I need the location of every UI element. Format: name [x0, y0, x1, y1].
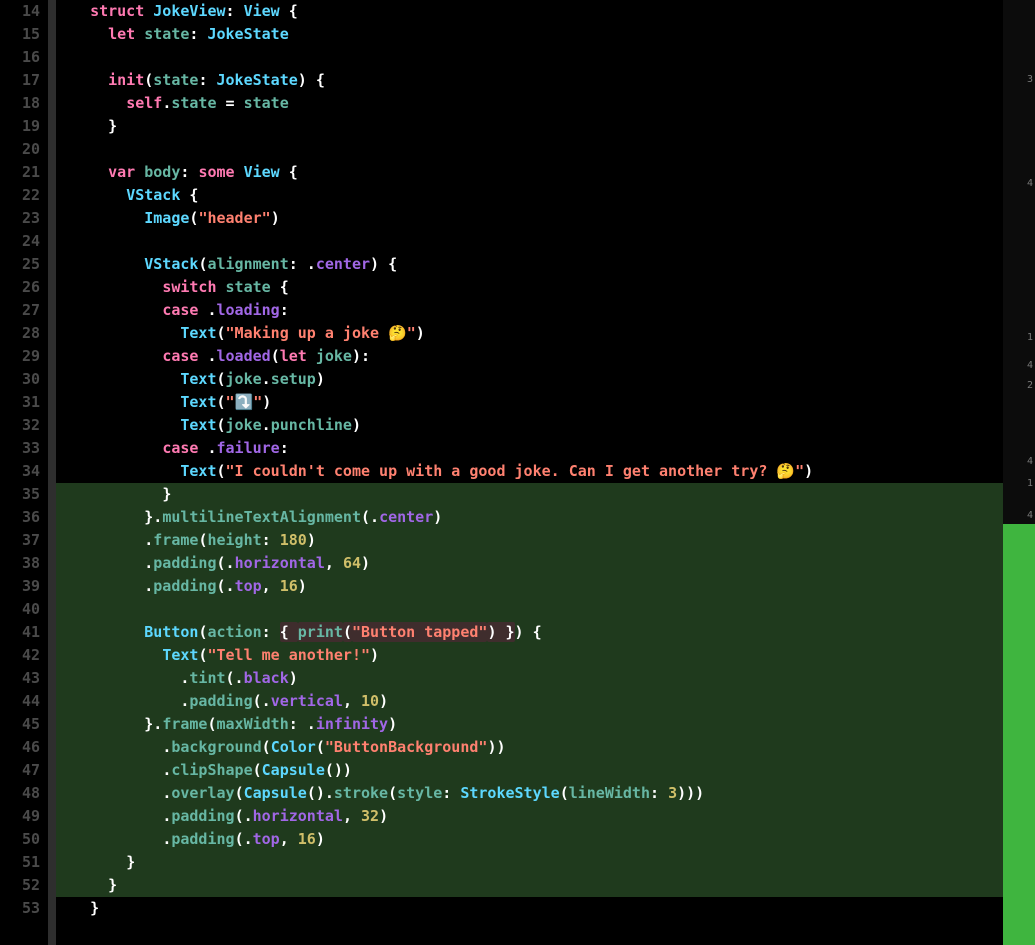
code-line[interactable]: .clipShape(Capsule()) [56, 759, 1035, 782]
code-line[interactable]: .padding(.horizontal, 32) [56, 805, 1035, 828]
line-number: 43 [0, 667, 42, 690]
line-number: 33 [0, 437, 42, 460]
line-number: 14 [0, 0, 42, 23]
line-number: 47 [0, 759, 42, 782]
code-line[interactable]: .frame(height: 180) [56, 529, 1035, 552]
minimap[interactable]: 3 4 1 4 2 4 1 4 [1003, 0, 1035, 945]
minimap-diff-region [1003, 524, 1035, 945]
line-number: 49 [0, 805, 42, 828]
code-line[interactable] [56, 598, 1035, 621]
code-line[interactable]: .padding(.vertical, 10) [56, 690, 1035, 713]
code-line[interactable]: case .loaded(let joke): [56, 345, 1035, 368]
code-editor[interactable]: 1415161718192021222324252627282930313233… [0, 0, 1035, 945]
code-line[interactable]: Image("header") [56, 207, 1035, 230]
code-line[interactable]: .overlay(Capsule().stroke(style: StrokeS… [56, 782, 1035, 805]
line-number: 42 [0, 644, 42, 667]
code-line[interactable]: } [56, 115, 1035, 138]
line-number: 26 [0, 276, 42, 299]
minimap-annotation: 4 [1027, 456, 1033, 467]
code-line[interactable] [56, 46, 1035, 69]
line-number: 28 [0, 322, 42, 345]
minimap-annotation: 2 [1027, 380, 1033, 391]
line-number: 53 [0, 897, 42, 920]
line-number: 36 [0, 506, 42, 529]
line-number: 31 [0, 391, 42, 414]
line-number: 30 [0, 368, 42, 391]
code-line[interactable]: VStack { [56, 184, 1035, 207]
code-line[interactable]: struct JokeView: View { [56, 0, 1035, 23]
line-number: 29 [0, 345, 42, 368]
line-number: 38 [0, 552, 42, 575]
code-line[interactable]: Text("Making up a joke 🤔") [56, 322, 1035, 345]
line-number: 45 [0, 713, 42, 736]
code-line[interactable]: self.state = state [56, 92, 1035, 115]
code-line[interactable]: Text(joke.setup) [56, 368, 1035, 391]
line-number: 27 [0, 299, 42, 322]
line-number: 23 [0, 207, 42, 230]
code-line[interactable]: Text("Tell me another!") [56, 644, 1035, 667]
code-line[interactable]: Text("⤵️") [56, 391, 1035, 414]
code-line[interactable]: var body: some View { [56, 161, 1035, 184]
code-line[interactable]: }.frame(maxWidth: .infinity) [56, 713, 1035, 736]
code-line[interactable]: } [56, 483, 1035, 506]
code-line[interactable]: .padding(.top, 16) [56, 575, 1035, 598]
code-line[interactable] [56, 230, 1035, 253]
line-number: 18 [0, 92, 42, 115]
line-number: 19 [0, 115, 42, 138]
minimap-annotation: 4 [1027, 178, 1033, 189]
line-number: 39 [0, 575, 42, 598]
minimap-annotation: 1 [1027, 332, 1033, 343]
line-number: 40 [0, 598, 42, 621]
line-number: 35 [0, 483, 42, 506]
line-number: 50 [0, 828, 42, 851]
line-number: 24 [0, 230, 42, 253]
code-line[interactable]: case .loading: [56, 299, 1035, 322]
fold-strip [48, 0, 56, 945]
code-line[interactable]: VStack(alignment: .center) { [56, 253, 1035, 276]
minimap-annotation: 4 [1027, 510, 1033, 521]
code-line[interactable]: .padding(.top, 16) [56, 828, 1035, 851]
minimap-annotation: 3 [1027, 74, 1033, 85]
code-line[interactable]: }.multilineTextAlignment(.center) [56, 506, 1035, 529]
line-number: 25 [0, 253, 42, 276]
minimap-annotation: 4 [1027, 360, 1033, 371]
line-number-gutter: 1415161718192021222324252627282930313233… [0, 0, 48, 945]
line-number: 52 [0, 874, 42, 897]
code-line[interactable]: .background(Color("ButtonBackground")) [56, 736, 1035, 759]
line-number: 21 [0, 161, 42, 184]
code-area[interactable]: struct JokeView: View { let state: JokeS… [56, 0, 1035, 945]
line-number: 51 [0, 851, 42, 874]
code-line[interactable]: Text(joke.punchline) [56, 414, 1035, 437]
code-line[interactable]: } [56, 874, 1035, 897]
line-number: 44 [0, 690, 42, 713]
line-number: 41 [0, 621, 42, 644]
code-line[interactable]: let state: JokeState [56, 23, 1035, 46]
line-number: 22 [0, 184, 42, 207]
line-number: 32 [0, 414, 42, 437]
code-line[interactable]: Button(action: { print("Button tapped") … [56, 621, 1035, 644]
code-line[interactable]: switch state { [56, 276, 1035, 299]
code-line[interactable] [56, 138, 1035, 161]
line-number: 46 [0, 736, 42, 759]
line-number: 15 [0, 23, 42, 46]
code-line[interactable]: } [56, 851, 1035, 874]
code-line[interactable]: .tint(.black) [56, 667, 1035, 690]
code-line[interactable]: Text("I couldn't come up with a good jok… [56, 460, 1035, 483]
code-line[interactable]: init(state: JokeState) { [56, 69, 1035, 92]
code-line[interactable]: } [56, 897, 1035, 920]
line-number: 20 [0, 138, 42, 161]
line-number: 17 [0, 69, 42, 92]
line-number: 37 [0, 529, 42, 552]
code-line[interactable]: .padding(.horizontal, 64) [56, 552, 1035, 575]
line-number: 16 [0, 46, 42, 69]
line-number: 34 [0, 460, 42, 483]
line-number: 48 [0, 782, 42, 805]
minimap-annotation: 1 [1027, 478, 1033, 489]
code-line[interactable]: case .failure: [56, 437, 1035, 460]
